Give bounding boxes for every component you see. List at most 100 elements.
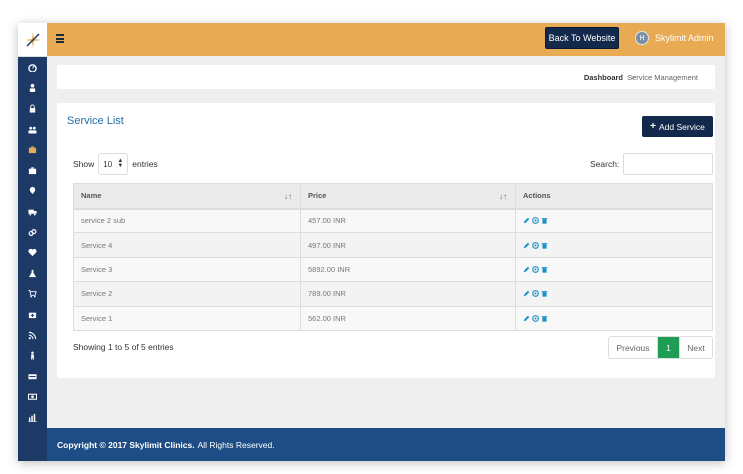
admin-name: Skylimit Admin [655, 33, 714, 43]
sidebar-item-user[interactable] [18, 78, 47, 99]
delete-icon[interactable] [541, 242, 548, 249]
edit-icon[interactable] [523, 242, 530, 249]
sidebar-item-money[interactable] [18, 387, 47, 408]
service-name-cell: Service 3 [73, 256, 301, 283]
actions-cell [515, 256, 713, 283]
service-name-cell: Service 2 [73, 281, 301, 307]
sidebar-item-map-marker[interactable] [18, 181, 47, 202]
edit-icon[interactable] [523, 217, 530, 224]
sidebar-item-briefcase[interactable] [18, 139, 47, 160]
service-price-cell: 457.00 INR [300, 207, 516, 234]
breadcrumb-current: Service Management [627, 73, 698, 82]
sidebar-item-child[interactable] [18, 345, 47, 366]
rss-icon [28, 331, 37, 339]
service-price-cell: 789.00 INR [300, 281, 516, 307]
admin-menu[interactable]: H Skylimit Admin [635, 31, 714, 45]
sidebar-item-lock[interactable] [18, 98, 47, 119]
menu-toggle-icon[interactable] [56, 34, 64, 43]
service-name-cell: Service 1 [73, 305, 301, 331]
search-control: Search: [590, 153, 714, 175]
sidebar-menu [18, 57, 47, 428]
show-label: Show [73, 159, 95, 169]
service-price-cell: 5892.00 INR [300, 256, 516, 283]
table-header-row: Name ↓↑ Price ↓↑ Actions [73, 183, 713, 210]
page-length-select[interactable]: 10 ▲ ▼ [98, 153, 129, 175]
column-header-name[interactable]: Name ↓↑ [73, 183, 301, 210]
actions-cell [515, 232, 713, 258]
search-input[interactable] [623, 153, 714, 175]
view-icon[interactable] [532, 266, 539, 273]
chain-icon [28, 228, 37, 236]
services-table: Name ↓↑ Price ↓↑ Actions service 2 sub 457.… [73, 183, 713, 331]
column-header-price[interactable]: Price ↓↑ [300, 183, 516, 210]
app-frame: Back To Website H Skylimit Admin Dashboa… [18, 23, 725, 461]
sort-icon: ↓↑ [284, 192, 292, 201]
service-list-panel: Service List + Add Service Show 10 ▲ ▼ en… [57, 103, 715, 378]
next-page-button[interactable]: Next [679, 337, 712, 358]
sidebar [18, 23, 47, 461]
add-service-button[interactable]: + Add Service [642, 116, 713, 137]
map-marker-icon [29, 187, 36, 195]
service-name-cell: service 2 sub [73, 207, 301, 234]
view-icon[interactable] [532, 314, 539, 322]
table-row: Service 1 562.00 INR [73, 305, 713, 331]
flask-icon [28, 269, 37, 277]
plus-icon: + [650, 121, 656, 132]
user-icon [29, 84, 36, 93]
sidebar-item-flask[interactable] [18, 263, 47, 284]
page-title: Service List [67, 115, 124, 127]
sidebar-item-chain[interactable] [18, 222, 47, 243]
delete-icon[interactable] [541, 217, 548, 225]
edit-icon[interactable] [523, 290, 530, 297]
cart-icon [28, 290, 37, 298]
logo[interactable] [18, 23, 47, 57]
sort-icon: ↓↑ [499, 192, 507, 201]
dashboard-icon [28, 63, 37, 72]
sidebar-item-dashboard[interactable] [18, 57, 47, 78]
view-icon[interactable] [532, 217, 539, 225]
service-price-cell: 497.00 INR [300, 232, 516, 258]
edit-icon[interactable] [523, 315, 530, 322]
page-length-value: 10 [103, 159, 113, 169]
actions-cell [515, 305, 713, 331]
view-icon[interactable] [532, 290, 539, 298]
table-row: Service 4 497.00 INR [73, 232, 713, 258]
previous-page-button[interactable]: Previous [609, 337, 658, 358]
breadcrumb-home[interactable]: Dashboard [584, 73, 623, 82]
back-to-website-button[interactable]: Back To Website [545, 27, 619, 49]
topbar: Back To Website H Skylimit Admin [47, 23, 725, 56]
breadcrumb: Dashboard > Service Management [57, 65, 715, 89]
suitcase-icon [28, 167, 37, 174]
sidebar-item-visa[interactable] [18, 366, 47, 387]
sidebar-item-suitcase[interactable] [18, 160, 47, 181]
actions-cell [515, 207, 713, 234]
entries-label: entries [132, 159, 158, 169]
edit-icon[interactable] [523, 266, 530, 273]
sidebar-item-ambulance[interactable] [18, 201, 47, 222]
page-1-button[interactable]: 1 [658, 337, 679, 358]
delete-icon[interactable] [541, 290, 548, 298]
users-icon [28, 126, 37, 134]
sidebar-item-bar-chart[interactable] [18, 407, 47, 428]
footer-copyright: Copyright © 2017 Skylimit Clinics. [57, 439, 195, 450]
pagination: Previous 1 Next [608, 336, 713, 359]
service-name-cell: Service 4 [73, 232, 301, 258]
logo-icon [24, 31, 41, 48]
lock-icon [29, 104, 36, 113]
view-icon[interactable] [532, 241, 539, 249]
delete-icon[interactable] [541, 315, 548, 322]
sidebar-item-cart[interactable] [18, 284, 47, 305]
delete-icon[interactable] [541, 266, 548, 273]
table-row: service 2 sub 457.00 INR [73, 207, 713, 234]
footer: Copyright © 2017 Skylimit Clinics. All R… [47, 428, 725, 461]
footer-rights: All Rights Reserved. [197, 439, 275, 450]
sidebar-item-users[interactable] [18, 119, 47, 140]
medkit-icon [28, 312, 37, 319]
sidebar-item-rss[interactable] [18, 325, 47, 346]
table-row: Service 3 5892.00 INR [73, 256, 713, 283]
column-header-actions: Actions [515, 183, 713, 210]
heartbeat-icon [28, 249, 37, 257]
sidebar-item-medkit[interactable] [18, 304, 47, 325]
sidebar-item-heartbeat[interactable] [18, 242, 47, 263]
money-icon [28, 394, 37, 401]
